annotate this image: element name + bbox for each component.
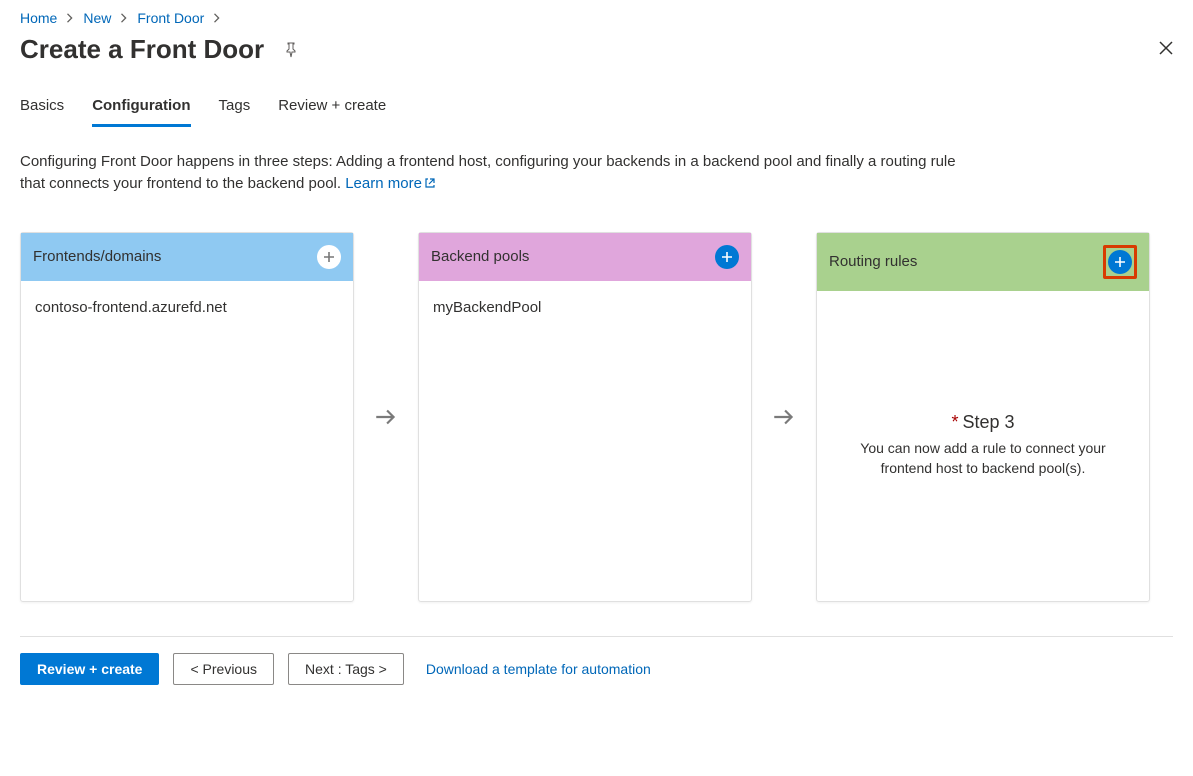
tab-bar: Basics Configuration Tags Review + creat…: [20, 91, 1173, 127]
previous-button[interactable]: < Previous: [173, 653, 274, 685]
card-title-routing: Routing rules: [829, 253, 917, 270]
next-button[interactable]: Next : Tags >: [288, 653, 404, 685]
tab-tags[interactable]: Tags: [219, 91, 251, 127]
frontend-item[interactable]: contoso-frontend.azurefd.net: [35, 295, 339, 320]
chevron-right-icon: [119, 10, 129, 26]
chevron-right-icon: [212, 10, 222, 26]
breadcrumb: Home New Front Door: [20, 0, 1173, 32]
routing-empty: *Step 3 You can now add a rule to connec…: [817, 291, 1149, 601]
breadcrumb-item-home[interactable]: Home: [20, 10, 57, 26]
arrow-right-icon: [354, 232, 418, 602]
breadcrumb-item-new[interactable]: New: [83, 10, 111, 26]
tab-configuration[interactable]: Configuration: [92, 91, 190, 127]
review-create-button[interactable]: Review + create: [20, 653, 159, 685]
breadcrumb-item-frontdoor[interactable]: Front Door: [137, 10, 204, 26]
tab-basics[interactable]: Basics: [20, 91, 64, 127]
config-description: Configuring Front Door happens in three …: [20, 151, 960, 196]
card-title-frontends: Frontends/domains: [33, 248, 161, 265]
close-icon[interactable]: [1159, 39, 1173, 60]
add-backend-button[interactable]: [715, 245, 739, 269]
card-routing: Routing rules *Step 3 You can now add a …: [816, 232, 1150, 602]
card-title-backends: Backend pools: [431, 248, 529, 265]
card-frontends: Frontends/domains contoso-frontend.azure…: [20, 232, 354, 602]
config-description-text: Configuring Front Door happens in three …: [20, 153, 956, 192]
footer-bar: Review + create < Previous Next : Tags >…: [20, 636, 1173, 685]
backends-list: myBackendPool: [419, 281, 751, 601]
card-header-frontends: Frontends/domains: [21, 233, 353, 281]
title-bar: Create a Front Door: [20, 32, 1173, 91]
learn-more-link[interactable]: Learn more: [345, 175, 436, 192]
pin-icon[interactable]: [282, 41, 300, 59]
tab-review-create[interactable]: Review + create: [278, 91, 386, 127]
external-link-icon: [424, 174, 436, 196]
backend-item[interactable]: myBackendPool: [433, 295, 737, 320]
routing-step-label: *Step 3: [951, 412, 1014, 433]
add-routing-highlight: [1103, 245, 1137, 279]
config-columns: Frontends/domains contoso-frontend.azure…: [20, 232, 1173, 602]
card-header-routing: Routing rules: [817, 233, 1149, 291]
required-star-icon: *: [951, 412, 958, 432]
download-template-link[interactable]: Download a template for automation: [426, 661, 651, 677]
add-routing-button[interactable]: [1108, 250, 1132, 274]
arrow-right-icon: [752, 232, 816, 602]
routing-step-desc: You can now add a rule to connect your f…: [853, 439, 1113, 478]
frontends-list: contoso-frontend.azurefd.net: [21, 281, 353, 601]
card-header-backends: Backend pools: [419, 233, 751, 281]
card-backends: Backend pools myBackendPool: [418, 232, 752, 602]
add-frontend-button[interactable]: [317, 245, 341, 269]
chevron-right-icon: [65, 10, 75, 26]
page-title: Create a Front Door: [20, 34, 264, 65]
